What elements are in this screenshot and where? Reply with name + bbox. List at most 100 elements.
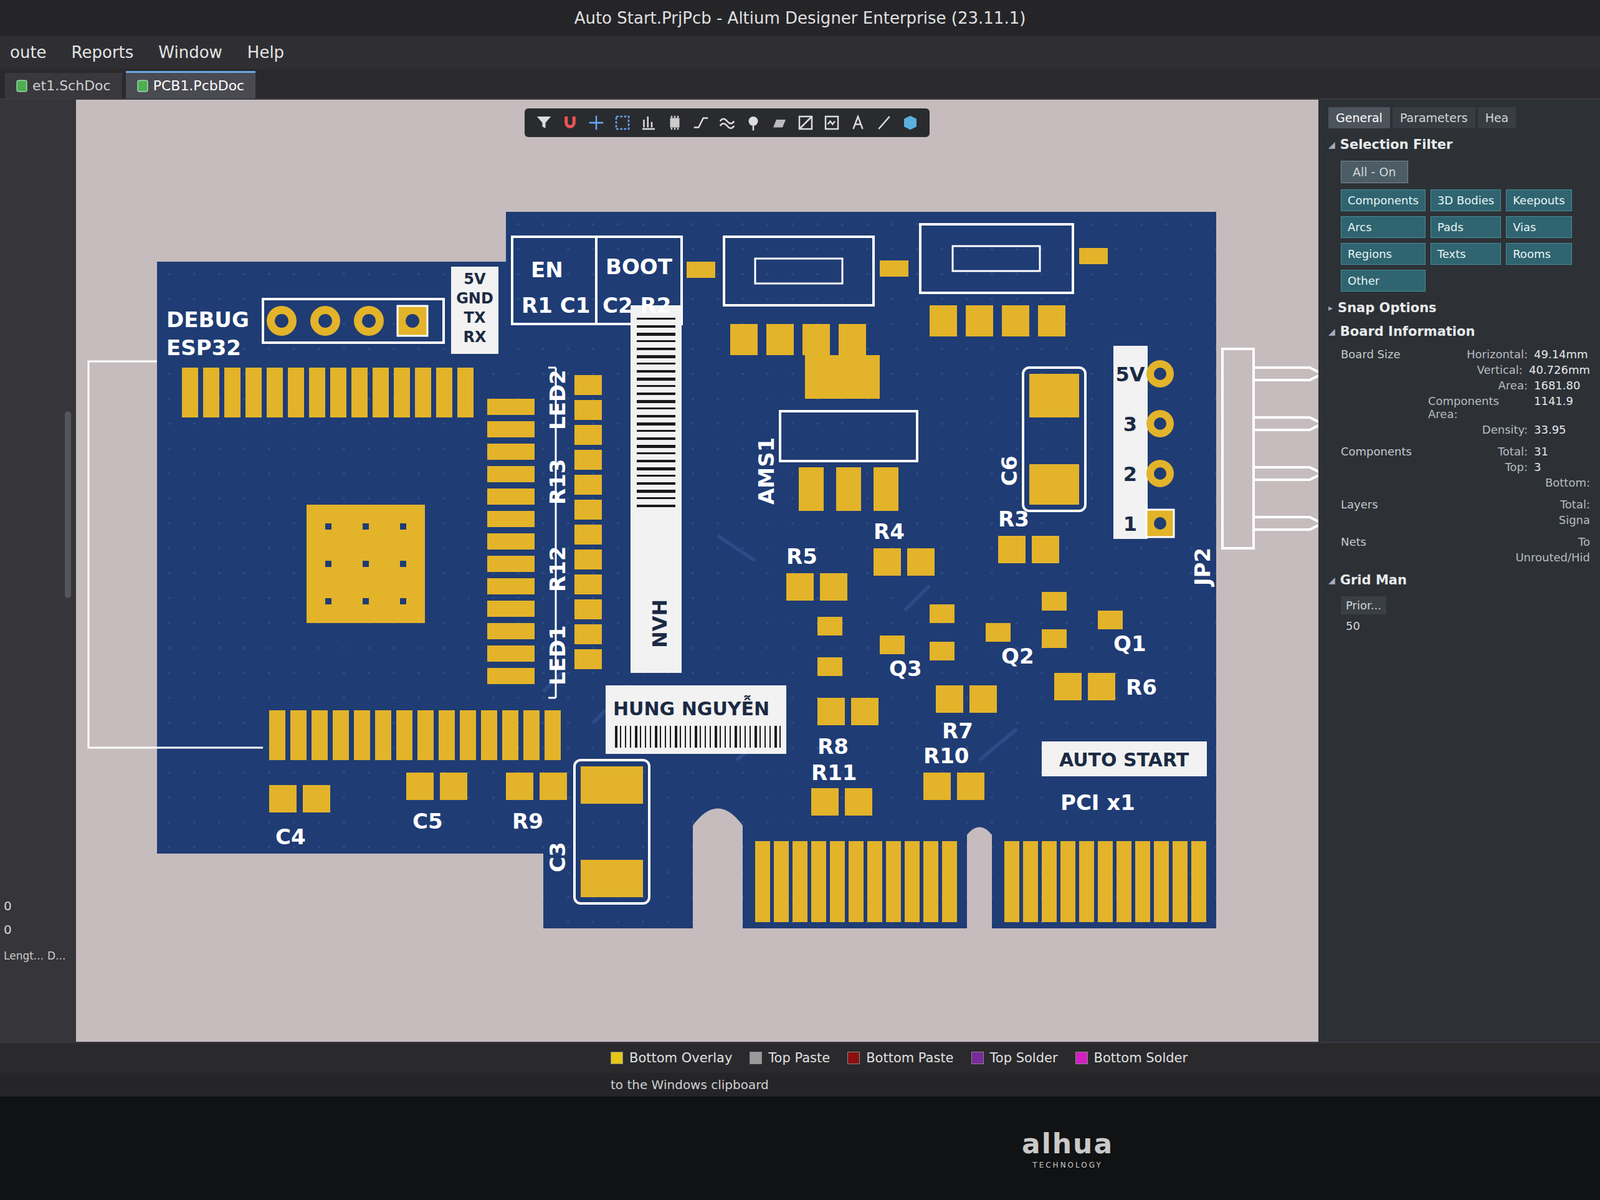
smd-pad[interactable] — [786, 573, 814, 601]
pcb-canvas[interactable]: 5VGNDTXRX5V321NVHHUNG NGUYỄNAUTO STARTDE… — [76, 99, 1319, 1042]
smd-pad[interactable] — [290, 710, 307, 761]
filter-button[interactable]: Components — [1340, 189, 1426, 212]
smd-pad[interactable] — [819, 573, 848, 601]
smd-pad[interactable] — [1087, 672, 1116, 701]
smd-pad[interactable] — [245, 367, 262, 418]
layer-tab[interactable]: Bottom Solder — [1075, 1050, 1189, 1066]
smd-pad[interactable] — [487, 623, 535, 640]
smd-pad[interactable] — [414, 367, 432, 418]
smd-pad[interactable] — [985, 623, 1011, 642]
section-header[interactable]: ◢Selection Filter — [1328, 137, 1591, 153]
smd-pad[interactable] — [817, 697, 845, 726]
smd-pad[interactable] — [353, 710, 371, 761]
smd-pad[interactable] — [487, 398, 535, 415]
select-rect-icon[interactable] — [613, 113, 632, 133]
smd-pad[interactable] — [574, 449, 602, 470]
smd-pad[interactable] — [1041, 591, 1067, 611]
smd-pad[interactable] — [1029, 373, 1080, 418]
3d-body-icon[interactable] — [900, 113, 920, 133]
smd-pad[interactable] — [436, 367, 453, 418]
menu-item[interactable]: oute — [9, 42, 47, 62]
smd-pad[interactable] — [487, 510, 535, 528]
wave-icon[interactable] — [822, 113, 842, 133]
smd-pad[interactable] — [817, 616, 843, 636]
smd-pad[interactable] — [332, 710, 349, 761]
smd-pad[interactable] — [574, 599, 602, 620]
smd-pad[interactable] — [487, 466, 535, 483]
smd-pad[interactable] — [487, 667, 535, 685]
diff-pair-icon[interactable] — [717, 113, 737, 133]
smd-pad[interactable] — [269, 710, 286, 761]
smd-pad[interactable] — [266, 367, 283, 418]
dimension-icon[interactable] — [796, 113, 815, 133]
smd-pad[interactable] — [851, 697, 879, 726]
smd-pad[interactable] — [539, 772, 567, 800]
smd-pad[interactable] — [574, 524, 602, 545]
smd-pad[interactable] — [574, 574, 602, 595]
smd-pad[interactable] — [838, 323, 867, 356]
smd-pad[interactable] — [459, 710, 477, 761]
smd-pad[interactable] — [935, 685, 964, 713]
smd-pad[interactable] — [487, 645, 535, 662]
smd-pad[interactable] — [417, 710, 434, 761]
smd-pad[interactable] — [811, 788, 839, 816]
smd-pad[interactable] — [1097, 610, 1123, 630]
smd-pad[interactable] — [438, 710, 455, 761]
filter-button[interactable]: Regions — [1340, 242, 1426, 265]
smd-pad[interactable] — [969, 685, 997, 713]
column-header[interactable]: D... — [47, 949, 66, 962]
smd-pad[interactable] — [957, 772, 985, 800]
smd-pad[interactable] — [873, 467, 899, 511]
smd-pad[interactable] — [224, 367, 241, 418]
magnet-icon[interactable] — [560, 113, 580, 133]
smd-pad[interactable] — [804, 355, 880, 399]
smd-pad[interactable] — [802, 323, 830, 356]
smd-pad[interactable] — [487, 421, 535, 438]
smd-pad[interactable] — [574, 624, 602, 645]
panel-tab[interactable]: Hea — [1477, 107, 1517, 129]
filter-button[interactable]: Other — [1340, 269, 1426, 292]
smd-pad[interactable] — [181, 367, 199, 418]
smd-pad[interactable] — [929, 305, 958, 337]
component-icon[interactable] — [665, 113, 685, 133]
smd-pad[interactable] — [302, 785, 331, 813]
smd-pad[interactable] — [330, 367, 347, 418]
smd-pad[interactable] — [817, 657, 843, 677]
filter-button[interactable]: Texts — [1430, 242, 1501, 265]
thermal-pad[interactable] — [306, 504, 425, 624]
smd-pad[interactable] — [574, 649, 602, 670]
smd-pad[interactable] — [505, 772, 534, 800]
string-icon[interactable] — [848, 113, 868, 133]
smd-pad[interactable] — [1041, 629, 1067, 648]
grid-cell[interactable]: 50 — [1340, 616, 1591, 635]
smd-pad[interactable] — [798, 467, 824, 511]
line-icon[interactable] — [874, 113, 894, 133]
layer-tab[interactable]: Top Paste — [749, 1050, 830, 1066]
smd-pad[interactable] — [372, 367, 389, 418]
smd-pad[interactable] — [998, 535, 1026, 564]
filter-button[interactable]: 3D Bodies — [1430, 189, 1501, 212]
filter-button[interactable]: Rooms — [1505, 242, 1572, 265]
panel-tab[interactable]: Parameters — [1392, 107, 1476, 129]
smd-pad[interactable] — [929, 641, 955, 661]
smd-pad[interactable] — [487, 578, 535, 595]
smd-pad[interactable] — [502, 710, 519, 761]
polygon-icon[interactable] — [770, 113, 789, 133]
smd-pad[interactable] — [1031, 535, 1060, 564]
document-tab[interactable]: PCB1.PcbDoc — [125, 71, 257, 99]
column-header[interactable]: Lengt... — [3, 949, 44, 962]
smd-pad[interactable] — [923, 772, 951, 800]
smd-pad[interactable] — [574, 424, 602, 445]
smd-pad[interactable] — [544, 710, 561, 761]
smd-pad[interactable] — [766, 323, 794, 356]
filter-button[interactable]: Pads — [1430, 216, 1501, 239]
smd-pad[interactable] — [439, 772, 468, 800]
scrollbar[interactable] — [64, 411, 72, 599]
smd-pad[interactable] — [203, 367, 220, 418]
grid-header[interactable]: Prior... — [1340, 596, 1387, 615]
layer-tab[interactable]: Top Solder — [971, 1050, 1058, 1066]
smd-pad[interactable] — [844, 788, 873, 816]
smd-pad[interactable] — [1038, 305, 1066, 337]
smd-pad[interactable] — [487, 443, 535, 460]
smd-pad[interactable] — [406, 772, 434, 800]
